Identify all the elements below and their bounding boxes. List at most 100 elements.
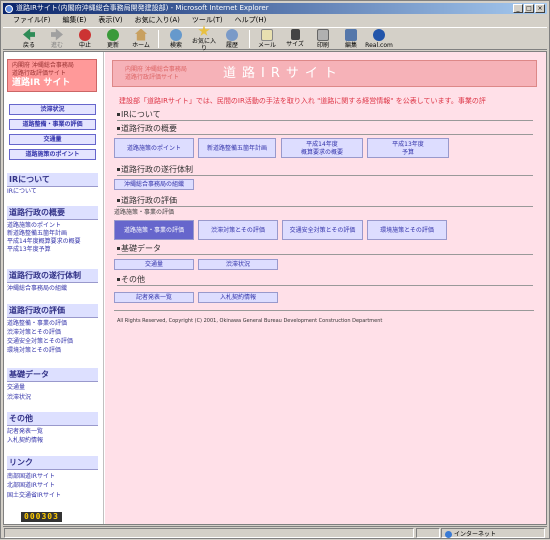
menu-favorites[interactable]: お気に入り(A) — [135, 15, 180, 26]
mail-button[interactable]: メール — [253, 28, 281, 49]
sidebar-link[interactable]: 平成13年度予算 — [7, 246, 51, 254]
sidebar-link[interactable]: 交通量 — [7, 384, 25, 392]
divider — [117, 254, 533, 255]
divider — [117, 175, 533, 176]
evaluation-button[interactable]: 環境施策とその評価 — [367, 220, 447, 240]
sidebar-link[interactable]: 道路整備・事業の評価 — [7, 320, 67, 328]
divider — [117, 206, 533, 207]
status-cell — [416, 528, 440, 538]
page-banner: 内閣府 沖縄総合事務局 道路行政評価サイト 道路IRサイト — [112, 60, 537, 87]
overview-button[interactable]: 新道路整備五箇年計画 — [198, 138, 276, 158]
sidebar-link[interactable]: 渋滞状況 — [7, 394, 31, 402]
site-logo[interactable]: 内閣府 沖縄総合事務局 道路行政評価サイト 道路IR サイト — [7, 59, 97, 92]
nav-policy-points[interactable]: 道路施策のポイント — [9, 149, 96, 160]
menu-edit[interactable]: 編集(E) — [63, 15, 87, 26]
sidebar-section-overview[interactable]: 道路行政の概要 — [7, 206, 98, 220]
print-button[interactable]: 印刷 — [309, 28, 337, 49]
sidebar-section-system[interactable]: 道路行政の遂行体制 — [7, 269, 98, 283]
sidebar-link[interactable]: 道路施策のポイント — [7, 222, 61, 230]
overview-button-line1: 平成14年度 — [306, 141, 338, 148]
sidebar-link[interactable]: 南部国道IRサイト — [7, 473, 55, 481]
overview-button-line1: 平成13年度 — [392, 141, 424, 148]
history-button[interactable]: 履歴 — [218, 28, 246, 49]
forward-icon — [51, 28, 63, 41]
sidebar-link[interactable]: IRについて — [7, 188, 37, 196]
overview-button[interactable]: 道路施策のポイント — [114, 138, 194, 158]
divider — [114, 310, 534, 311]
banner-subtitle: 内閣府 沖縄総合事務局 道路行政評価サイト — [125, 66, 187, 81]
home-icon — [135, 28, 147, 41]
divider — [117, 134, 533, 135]
sidebar-section-evaluation[interactable]: 道路行政の評価 — [7, 304, 98, 318]
nav-congestion[interactable]: 渋滞状況 — [9, 104, 96, 115]
forward-button[interactable]: 進む — [43, 28, 71, 49]
other-button[interactable]: 入札契約情報 — [198, 292, 278, 303]
sidebar-section-ir[interactable]: IRについて — [7, 173, 98, 187]
sidebar-link[interactable]: 渋滞対策とその評価 — [7, 329, 61, 337]
status-bar: インターネット — [3, 526, 547, 538]
sidebar-link[interactable]: 平成14年度概算要求の概要 — [7, 238, 81, 246]
menu-help[interactable]: ヘルプ(H) — [235, 15, 267, 26]
maximize-button[interactable]: □ — [524, 4, 534, 13]
home-button[interactable]: ホーム — [127, 28, 155, 49]
copyright: All Rights Reserved, Copyright (C) 2001,… — [117, 318, 383, 324]
other-button[interactable]: 記者発表一覧 — [114, 292, 194, 303]
back-icon — [23, 28, 35, 41]
sidebar-link[interactable]: 入札契約情報 — [7, 437, 43, 445]
page-viewport: 内閣府 沖縄総合事務局 道路行政評価サイト 道路IR サイト 渋滞状況 道路整備… — [3, 51, 547, 525]
internet-zone-icon — [445, 531, 452, 538]
nav-evaluation[interactable]: 道路整備・事業の評価 — [9, 119, 96, 130]
browser-window: 道路IRサイト(内閣府沖縄総合事務局開発建設部) - Microsoft Int… — [0, 0, 550, 539]
overview-button[interactable]: 平成13年度 予算 — [367, 138, 449, 158]
sidebar-link[interactable]: 交通安全対策とその評価 — [7, 338, 73, 346]
search-icon — [170, 28, 182, 41]
minimize-button[interactable]: _ — [513, 4, 523, 13]
sidebar-link[interactable]: 新道路整備五箇年計画 — [7, 230, 67, 238]
heading-data: 基礎データ — [117, 244, 161, 254]
overview-button[interactable]: 平成14年度 概算要求の概要 — [281, 138, 363, 158]
overview-button-line2: 概算要求の概要 — [300, 149, 343, 156]
favorites-button[interactable]: お気に入り — [190, 25, 218, 52]
evaluation-button[interactable]: 交通安全対策とその評価 — [282, 220, 363, 240]
menu-file[interactable]: ファイル(F) — [13, 15, 51, 26]
menu-view[interactable]: 表示(V) — [98, 15, 122, 26]
sidebar-section-other[interactable]: その他 — [7, 412, 98, 426]
font-size-icon — [290, 29, 300, 40]
access-counter: 000303 — [21, 512, 62, 522]
edit-icon — [345, 28, 357, 41]
refresh-icon — [107, 28, 119, 41]
sidebar-link[interactable]: 環境対策とその評価 — [7, 347, 61, 355]
stop-button[interactable]: 中止 — [71, 28, 99, 49]
mail-icon — [261, 28, 273, 41]
data-button[interactable]: 交通量 — [114, 259, 194, 270]
history-icon — [226, 28, 238, 41]
sidebar-section-data[interactable]: 基礎データ — [7, 368, 98, 382]
system-button[interactable]: 沖縄総合事務局の組織 — [114, 179, 194, 190]
heading-system: 道路行政の遂行体制 — [117, 165, 193, 175]
status-zone: インターネット — [441, 528, 545, 538]
font-size-button[interactable]: サイズ — [281, 29, 309, 48]
evaluation-caption: 道路施策・事業の評価 — [114, 209, 175, 216]
divider — [117, 285, 533, 286]
search-button[interactable]: 検索 — [162, 28, 190, 49]
toolbar-separator — [158, 29, 159, 48]
sidebar-link[interactable]: 北部国道IRサイト — [7, 482, 55, 490]
sidebar-link[interactable]: 記者発表一覧 — [7, 428, 43, 436]
site-name: 道路IR サイト — [12, 78, 71, 88]
sidebar-link[interactable]: 沖縄総合事務局の組織 — [7, 285, 67, 293]
heading-evaluation: 道路行政の評価 — [117, 196, 177, 206]
evaluation-button[interactable]: 道路施策・事業の評価 — [114, 220, 194, 240]
back-button[interactable]: 戻る — [15, 28, 43, 49]
refresh-button[interactable]: 更新 — [99, 28, 127, 49]
close-button[interactable]: × — [535, 4, 545, 13]
nav-traffic[interactable]: 交通量 — [9, 134, 96, 145]
data-button[interactable]: 渋滞状況 — [198, 259, 278, 270]
main-content: 内閣府 沖縄総合事務局 道路行政評価サイト 道路IRサイト 建設部「道路IRサイ… — [105, 52, 546, 524]
favorites-icon — [198, 25, 210, 36]
heading-other: その他 — [117, 275, 145, 285]
sidebar-link[interactable]: 国土交通省IRサイト — [7, 492, 61, 500]
heading-ir[interactable]: IRについて — [117, 110, 161, 120]
realcom-button[interactable]: Real.com — [365, 28, 393, 49]
evaluation-button[interactable]: 渋滞対策とその評価 — [198, 220, 278, 240]
edit-button[interactable]: 編集 — [337, 28, 365, 49]
